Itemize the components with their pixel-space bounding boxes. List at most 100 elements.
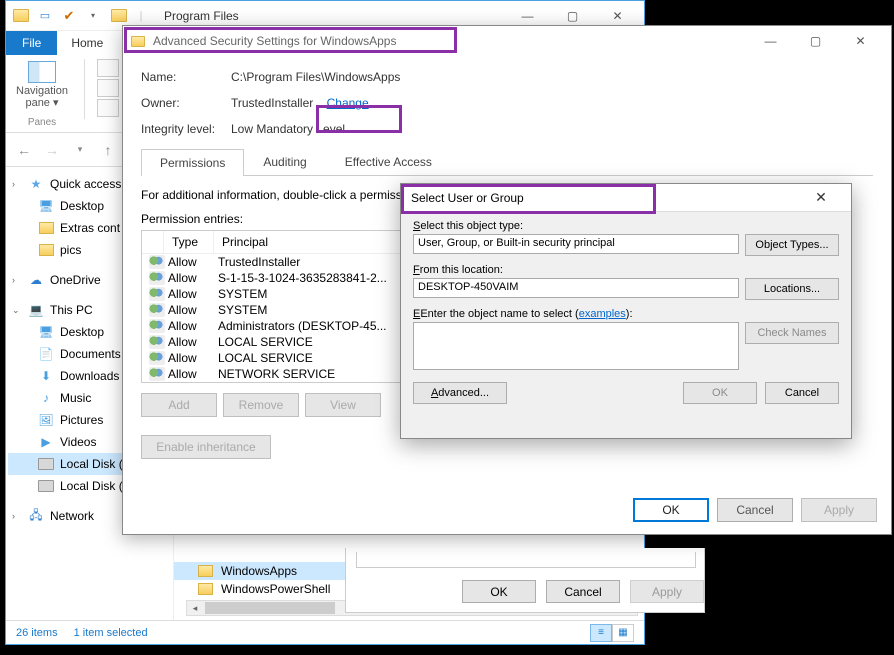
name-value: C:\Program Files\WindowsApps <box>231 70 400 84</box>
tab-effective-access[interactable]: Effective Access <box>326 148 451 175</box>
sidebar-item-label: OneDrive <box>50 273 101 287</box>
users-icon <box>149 351 165 365</box>
properties-cancel-button[interactable]: Cancel <box>546 580 620 603</box>
navigation-pane-button[interactable]: Navigation pane ▾ <box>12 59 72 111</box>
expand-icon[interactable]: › <box>12 179 22 189</box>
object-type-label: Select this object type: <box>413 220 839 232</box>
tab-permissions[interactable]: Permissions <box>141 149 244 176</box>
object-type-field: User, Group, or Built-in security princi… <box>413 234 739 254</box>
sidebar-item-label: Network <box>50 509 94 523</box>
adv-ok-button[interactable]: OK <box>633 498 709 522</box>
add-button[interactable]: Add <box>141 393 217 417</box>
remove-button[interactable]: Remove <box>223 393 299 417</box>
properties-ok-button[interactable]: OK <box>462 580 536 603</box>
back-button[interactable]: ← <box>12 138 36 162</box>
scroll-left-icon[interactable]: ◂ <box>187 603 203 614</box>
details-view-button[interactable]: ≡ <box>590 624 612 642</box>
selu-titlebar: Select User or Group ✕ <box>401 184 851 212</box>
enable-inheritance-button[interactable]: Enable inheritance <box>141 435 271 459</box>
examples-link[interactable]: examples <box>579 308 626 320</box>
perm-type: Allow <box>168 319 218 333</box>
sidebar-item-label: Downloads <box>60 369 119 383</box>
item-count: 26 items <box>16 627 58 639</box>
change-owner-link[interactable]: Change <box>327 96 369 110</box>
layout-btn-3[interactable] <box>97 99 119 117</box>
drive-icon <box>38 478 54 494</box>
scroll-thumb[interactable] <box>205 602 335 614</box>
selu-title-text: Select User or Group <box>411 191 524 205</box>
users-icon <box>149 271 165 285</box>
selu-close-button[interactable]: ✕ <box>801 189 841 206</box>
perm-type: Allow <box>168 367 218 381</box>
title-folder-icon <box>108 5 130 27</box>
selu-cancel-button[interactable]: Cancel <box>765 382 839 404</box>
location-field: DESKTOP-450VAIM <box>413 278 739 298</box>
users-icon <box>149 335 165 349</box>
locations-button[interactable]: Locations... <box>745 278 839 300</box>
users-icon <box>149 319 165 333</box>
properties-apply-button[interactable]: Apply <box>630 580 704 603</box>
sidebar-item-label: Videos <box>60 435 96 449</box>
adv-folder-icon <box>131 36 145 47</box>
selu-ok-button[interactable]: OK <box>683 382 757 404</box>
up-button[interactable]: ↑ <box>96 138 120 162</box>
nav-pane-label: Navigation pane ▾ <box>16 85 68 109</box>
title-separator: | <box>130 5 152 27</box>
folder-icon <box>198 565 213 577</box>
object-types-button[interactable]: Object Types... <box>745 234 839 256</box>
properties-icon[interactable]: ▭ <box>34 5 56 27</box>
icons-view-button[interactable]: ▦ <box>612 624 634 642</box>
pane-icon <box>28 61 56 83</box>
adv-apply-button[interactable]: Apply <box>801 498 877 522</box>
owner-label: Owner: <box>141 96 231 110</box>
sidebar-item-label: pics <box>60 243 81 257</box>
expand-icon[interactable]: › <box>12 511 22 521</box>
folder-icon <box>10 5 32 27</box>
folder-icon <box>38 220 54 236</box>
onedrive-icon: ☁ <box>28 272 44 288</box>
file-name: WindowsApps <box>221 564 297 578</box>
layout-btn-1[interactable] <box>97 59 119 77</box>
check-icon[interactable]: ✔ <box>58 5 80 27</box>
sidebar-item-label: Documents <box>60 347 121 361</box>
select-user-dialog: Select User or Group ✕ Select this objec… <box>400 183 852 439</box>
desktop-icon: 🖥 <box>38 324 54 340</box>
sidebar-item-label: Local Disk (D <box>60 479 131 493</box>
sidebar-item-label: Desktop <box>60 325 104 339</box>
users-icon <box>149 287 165 301</box>
documents-icon: 📄 <box>38 346 54 362</box>
sidebar-item-label: Local Disk (C <box>60 457 131 471</box>
col-type[interactable]: Type <box>164 231 214 253</box>
adv-cancel-button[interactable]: Cancel <box>717 498 793 522</box>
qat-dropdown-icon[interactable]: ▾ <box>82 5 104 27</box>
folder-icon <box>198 583 213 595</box>
adv-close-button[interactable]: ✕ <box>838 27 883 55</box>
window-title: Program Files <box>164 9 239 23</box>
view-button[interactable]: View <box>305 393 381 417</box>
layout-btn-2[interactable] <box>97 79 119 97</box>
adv-minimize-button[interactable]: ― <box>748 27 793 55</box>
network-icon: 🖧 <box>28 508 44 524</box>
adv-titlebar: Advanced Security Settings for WindowsAp… <box>123 26 891 56</box>
tab-auditing[interactable]: Auditing <box>244 148 325 175</box>
recent-dropdown[interactable]: ▾ <box>68 138 92 162</box>
adv-tabs: Permissions Auditing Effective Access <box>141 148 873 176</box>
advanced-button[interactable]: Advanced... <box>413 382 507 404</box>
expand-icon[interactable]: ⌄ <box>12 305 22 316</box>
quick-access-toolbar: ▭ ✔ ▾ <box>10 5 104 27</box>
check-names-button[interactable]: Check Names <box>745 322 839 344</box>
forward-button[interactable]: → <box>40 138 64 162</box>
file-tab[interactable]: File <box>6 31 57 55</box>
users-icon <box>149 303 165 317</box>
sidebar-item-label: Desktop <box>60 199 104 213</box>
perm-type: Allow <box>168 303 218 317</box>
expand-icon[interactable]: › <box>12 275 22 285</box>
file-name: WindowsPowerShell <box>221 582 330 596</box>
panes-group-label: Panes <box>28 117 56 128</box>
status-bar: 26 items 1 item selected ≡ ▦ <box>6 620 644 644</box>
integrity-value: Low Mandatory Level <box>231 122 345 136</box>
integrity-label: Integrity level: <box>141 122 231 136</box>
home-tab[interactable]: Home <box>57 31 117 55</box>
adv-maximize-button[interactable]: ▢ <box>793 27 838 55</box>
object-name-input[interactable] <box>413 322 739 370</box>
